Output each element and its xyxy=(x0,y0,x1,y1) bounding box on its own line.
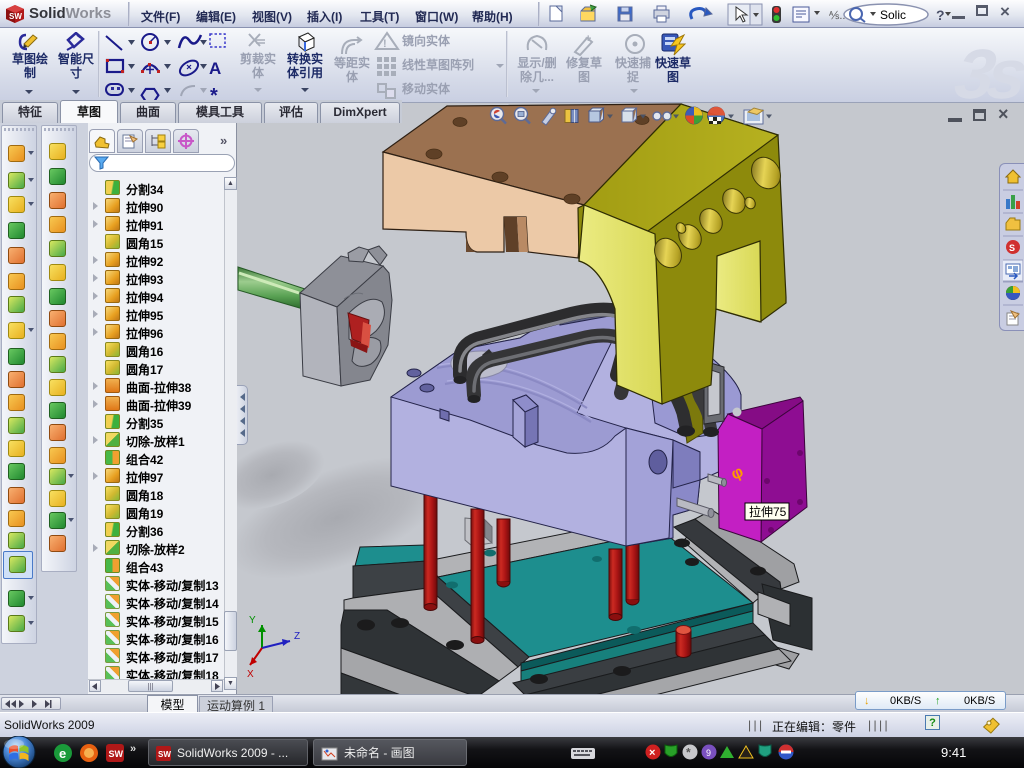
svg-text:9: 9 xyxy=(706,748,711,758)
svg-text:SW: SW xyxy=(9,12,22,21)
svg-text:X: X xyxy=(247,669,254,680)
svg-text:拉伸75: 拉伸75 xyxy=(749,504,787,519)
svg-text:SW: SW xyxy=(158,750,171,759)
svg-text:Solic: Solic xyxy=(880,8,906,22)
svg-text:*: * xyxy=(686,746,691,760)
svg-text:!: ! xyxy=(383,38,387,50)
svg-text:e: e xyxy=(59,746,66,761)
svg-text:A: A xyxy=(209,59,221,78)
svg-text:Z: Z xyxy=(294,631,300,642)
svg-text:Y: Y xyxy=(249,615,256,626)
svg-text:+: + xyxy=(585,33,591,45)
svg-text:SW: SW xyxy=(109,749,124,759)
svg-text:⅍..: ⅍.. xyxy=(828,10,845,22)
svg-text:×: × xyxy=(649,747,655,759)
svg-text:»: » xyxy=(130,743,136,755)
svg-text:S: S xyxy=(1009,243,1015,253)
svg-text:?: ? xyxy=(936,7,945,23)
